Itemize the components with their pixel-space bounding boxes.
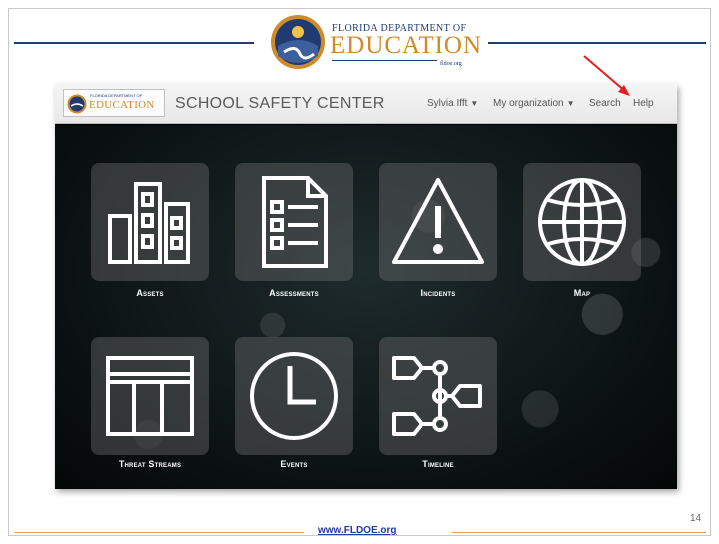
tile-label: Assessments (269, 288, 319, 298)
tile-label: Assets (136, 288, 164, 298)
logo-underline (332, 60, 437, 61)
checklist-document-icon (262, 176, 328, 268)
user-menu[interactable]: Sylvia Ifft ▼ (427, 98, 478, 109)
florida-seal-icon (271, 15, 325, 69)
timeline-tags-icon (392, 356, 482, 436)
tile-label: Map (573, 288, 591, 298)
red-arrow-icon (583, 55, 630, 96)
warning-triangle-icon (392, 178, 484, 264)
footer-rule-left (14, 532, 304, 533)
tile-assessments[interactable] (235, 163, 353, 281)
tile-timeline[interactable] (379, 337, 497, 455)
organization-menu[interactable]: My organization ▼ (493, 98, 575, 109)
clock-icon (250, 352, 338, 440)
help-link[interactable]: Help (633, 98, 654, 109)
tile-map[interactable] (523, 163, 641, 281)
tile-label: Timeline (422, 459, 454, 469)
globe-icon (538, 178, 626, 266)
dashboard-background: Assets Assessments Incidents Map Threat … (55, 125, 677, 489)
footer-url-link[interactable]: www.FLDOE.org (318, 525, 397, 536)
tile-events[interactable] (235, 337, 353, 455)
header-rule-left (14, 42, 254, 44)
tile-label: Threat Streams (118, 459, 182, 469)
app-title: SCHOOL SAFETY CENTER (175, 95, 385, 112)
table-columns-icon (106, 356, 194, 436)
education-wordmark: EDUCATION (330, 32, 483, 59)
buildings-icon (108, 182, 190, 264)
tile-incidents[interactable] (379, 163, 497, 281)
tile-threat-streams[interactable] (91, 337, 209, 455)
fldoe-logo: FLORIDA DEPARTMENT OF EDUCATION fldoe.or… (270, 14, 481, 70)
app-window: FLORIDA DEPARTMENT OF EDUCATION SCHOOL S… (55, 84, 677, 489)
florida-seal-icon (67, 94, 87, 114)
app-logo-dept: FLORIDA DEPARTMENT OF (90, 93, 143, 98)
tile-assets[interactable] (91, 163, 209, 281)
slide-number: 14 (690, 513, 702, 524)
chevron-down-icon: ▼ (470, 99, 479, 108)
tile-label: Incidents (420, 288, 456, 298)
chevron-down-icon: ▼ (566, 99, 575, 108)
app-logo[interactable]: FLORIDA DEPARTMENT OF EDUCATION (63, 89, 165, 117)
app-logo-education: EDUCATION (89, 99, 155, 111)
user-menu-label: Sylvia Ifft (427, 98, 468, 109)
footer-rule-right (452, 532, 706, 533)
organization-menu-label: My organization (493, 98, 564, 109)
logo-site: fldoe.org (440, 61, 462, 67)
header-rule-right (488, 42, 706, 44)
tile-label: Events (280, 459, 308, 469)
